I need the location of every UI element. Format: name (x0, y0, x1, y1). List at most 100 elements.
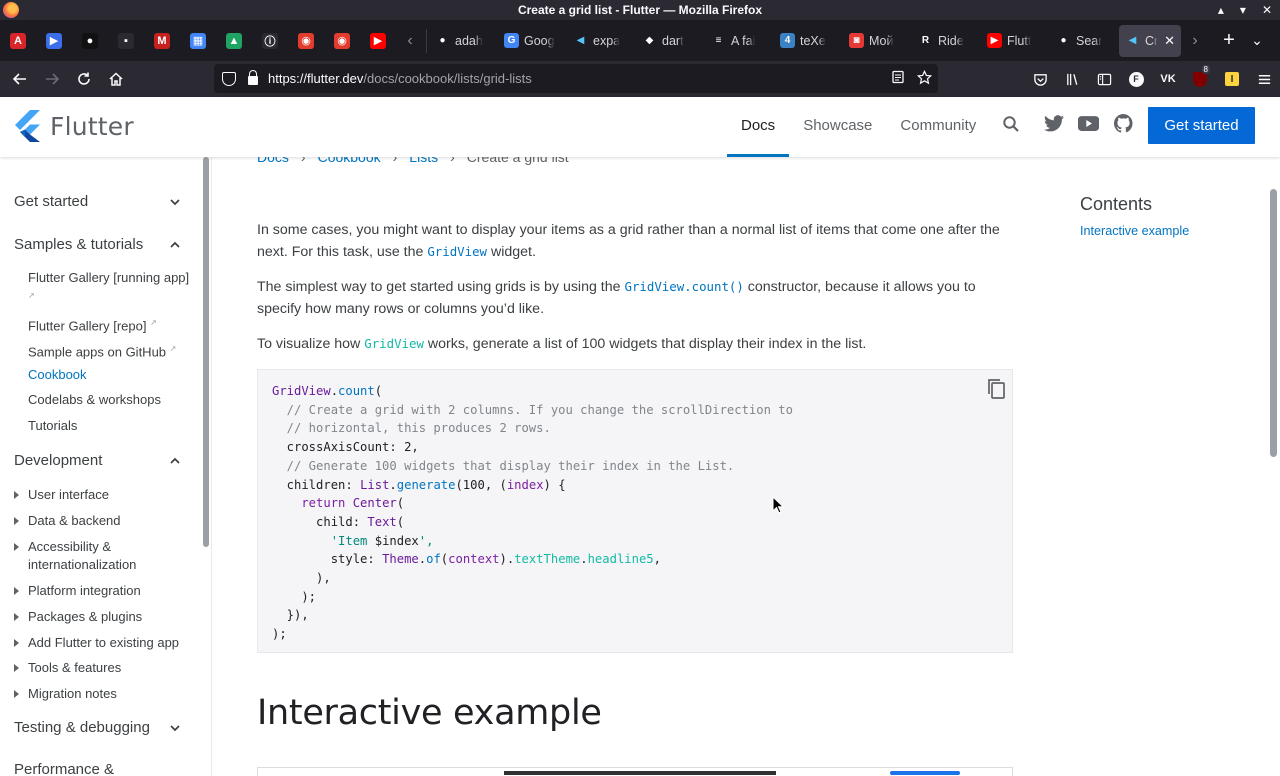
tab[interactable]: ◆ dart (636, 25, 705, 57)
get-started-button[interactable]: Get started (1148, 107, 1255, 144)
sidebar-item-user-interface[interactable]: User interface (28, 486, 109, 504)
pinned-tab[interactable]: ▶ (360, 20, 396, 61)
reload-icon[interactable] (68, 63, 100, 95)
sidebar-section-get-started[interactable]: Get started (14, 193, 88, 210)
nav-showcase[interactable]: Showcase (789, 97, 886, 157)
sidebar-item-add-to-app[interactable]: Add Flutter to existing app (28, 634, 179, 652)
expand-triangle-icon[interactable] (14, 690, 19, 698)
sidebar-item-codelabs[interactable]: Codelabs & workshops (28, 391, 161, 409)
tab[interactable]: ● adah (429, 25, 498, 57)
demo-run-button[interactable] (890, 771, 960, 775)
sidebar-item-data-backend[interactable]: Data & backend (28, 512, 121, 530)
new-tab-button[interactable]: + (1215, 25, 1243, 57)
sidebar-item-accessibility[interactable]: Accessibility & internationalization (28, 538, 136, 574)
sidebar-item-tools[interactable]: Tools & features (28, 659, 121, 677)
expand-triangle-icon[interactable] (14, 517, 19, 525)
tab[interactable]: R Ride (912, 25, 981, 57)
sidebar-item-gallery-repo[interactable]: Flutter Gallery [repo] ↗ (28, 314, 157, 335)
lock-icon[interactable] (248, 70, 258, 85)
list-all-tabs-icon[interactable]: ⌄ (1243, 25, 1271, 57)
twitter-icon[interactable] (1043, 113, 1064, 134)
youtube-icon[interactable] (1078, 113, 1099, 134)
sidebar-section-testing[interactable]: Testing & debugging (14, 719, 150, 736)
scroll-tabs-right-icon[interactable]: › (1181, 25, 1209, 57)
pocket-icon[interactable] (1024, 61, 1056, 97)
sidebar-item-packages[interactable]: Packages & plugins (28, 608, 142, 626)
close-tab-icon[interactable]: ✕ (1164, 33, 1175, 49)
sidebar-item-sample-apps[interactable]: Sample apps on GitHub ↗ (28, 340, 176, 361)
nav-community[interactable]: Community (886, 97, 990, 157)
vk-icon[interactable]: VK (1152, 61, 1184, 97)
toc-link-interactive-example[interactable]: Interactive example (1080, 224, 1189, 238)
maximize-icon[interactable]: ▾ (1240, 3, 1246, 17)
expand-triangle-icon[interactable] (14, 543, 19, 551)
sidebar-item-cookbook[interactable]: Cookbook (28, 366, 87, 384)
github-icon[interactable] (1113, 113, 1134, 134)
app-menu-icon[interactable] (1248, 61, 1280, 97)
reader-view-icon[interactable] (891, 70, 905, 87)
tab[interactable]: ● Sear (1050, 25, 1119, 57)
search-icon[interactable] (1000, 113, 1021, 134)
sidebar-section-development[interactable]: Development (14, 452, 102, 469)
url-text[interactable]: https://flutter.dev/docs/cookbook/lists/… (268, 71, 532, 86)
sidebar-section-performance[interactable]: Performance & (14, 761, 114, 776)
pinned-tab[interactable]: ◉ (324, 20, 360, 61)
home-icon[interactable] (100, 63, 132, 95)
tab[interactable]: ◀ expa (567, 25, 636, 57)
expand-triangle-icon[interactable] (14, 491, 19, 499)
tab[interactable]: G Goog (498, 25, 567, 57)
pinned-tab[interactable]: ▶ (36, 20, 72, 61)
extension-f-icon[interactable]: F (1120, 61, 1152, 97)
scroll-tabs-left-icon[interactable]: ‹ (396, 25, 424, 57)
breadcrumb-lists[interactable]: Lists (409, 157, 438, 165)
pinned-tab[interactable]: ▲ (216, 20, 252, 61)
tab[interactable]: ≡ A fai (705, 25, 774, 57)
tracking-protection-icon[interactable] (222, 71, 236, 86)
chevron-down-icon[interactable] (170, 723, 180, 733)
back-icon[interactable] (4, 63, 36, 95)
pinned-tab[interactable]: ● (72, 20, 108, 61)
pinned-tab[interactable]: ▦ (180, 20, 216, 61)
sidebar-item-migration[interactable]: Migration notes (28, 685, 117, 703)
expand-triangle-icon[interactable] (14, 664, 19, 672)
copy-icon[interactable] (986, 378, 1006, 400)
address-bar[interactable]: https://flutter.dev/docs/cookbook/lists/… (214, 64, 938, 93)
gridview-count-link[interactable]: GridView.count() (624, 279, 743, 294)
ublock-icon[interactable]: 8 (1184, 61, 1216, 97)
forward-icon[interactable] (36, 63, 68, 95)
breadcrumb-docs[interactable]: Docs (257, 157, 289, 165)
tab[interactable]: ◙ Мой (843, 25, 912, 57)
sidebar-scrollbar[interactable] (203, 157, 209, 547)
code-text[interactable]: GridView.count( // Create a grid with 2 … (272, 382, 793, 644)
sidebar-section-samples[interactable]: Samples & tutorials (14, 236, 143, 253)
chevron-up-icon[interactable] (170, 240, 180, 250)
close-window-icon[interactable]: ✕ (1262, 3, 1272, 17)
tab[interactable]: 4 teXe (774, 25, 843, 57)
sidebar-item-tutorials[interactable]: Tutorials (28, 417, 77, 435)
bookmark-star-icon[interactable] (916, 69, 933, 88)
interactive-demo-frame[interactable] (257, 767, 1013, 776)
chevron-up-icon[interactable] (170, 456, 180, 466)
pinned-tab[interactable]: ▪ (108, 20, 144, 61)
chevron-down-icon[interactable] (170, 197, 180, 207)
sidebar-item-gallery-app[interactable]: Flutter Gallery [running app] ↗ (28, 269, 189, 308)
sidebar-toggle-icon[interactable] (1088, 61, 1120, 97)
flutter-logo[interactable]: Flutter (14, 110, 134, 142)
extension-yellow-icon[interactable]: I (1216, 61, 1248, 97)
code-block[interactable]: GridView.count( // Create a grid with 2 … (257, 369, 1013, 653)
page-scrollbar[interactable] (1267, 157, 1280, 776)
breadcrumb-cookbook[interactable]: Cookbook (318, 157, 381, 165)
minimize-icon[interactable]: ▴ (1218, 3, 1224, 17)
sidebar-item-platform[interactable]: Platform integration (28, 582, 141, 600)
pinned-tab[interactable]: ⓘ (252, 20, 288, 61)
library-icon[interactable] (1056, 61, 1088, 97)
expand-triangle-icon[interactable] (14, 587, 19, 595)
tab-active[interactable]: ◀ Cr ✕ (1119, 24, 1181, 57)
pinned-tab[interactable]: A (0, 20, 36, 61)
expand-triangle-icon[interactable] (14, 639, 19, 647)
page-scrollbar-thumb[interactable] (1270, 189, 1277, 457)
nav-docs[interactable]: Docs (727, 97, 790, 157)
expand-triangle-icon[interactable] (14, 613, 19, 621)
pinned-tab[interactable]: M (144, 20, 180, 61)
tab[interactable]: ▶ Flutt (981, 25, 1050, 57)
